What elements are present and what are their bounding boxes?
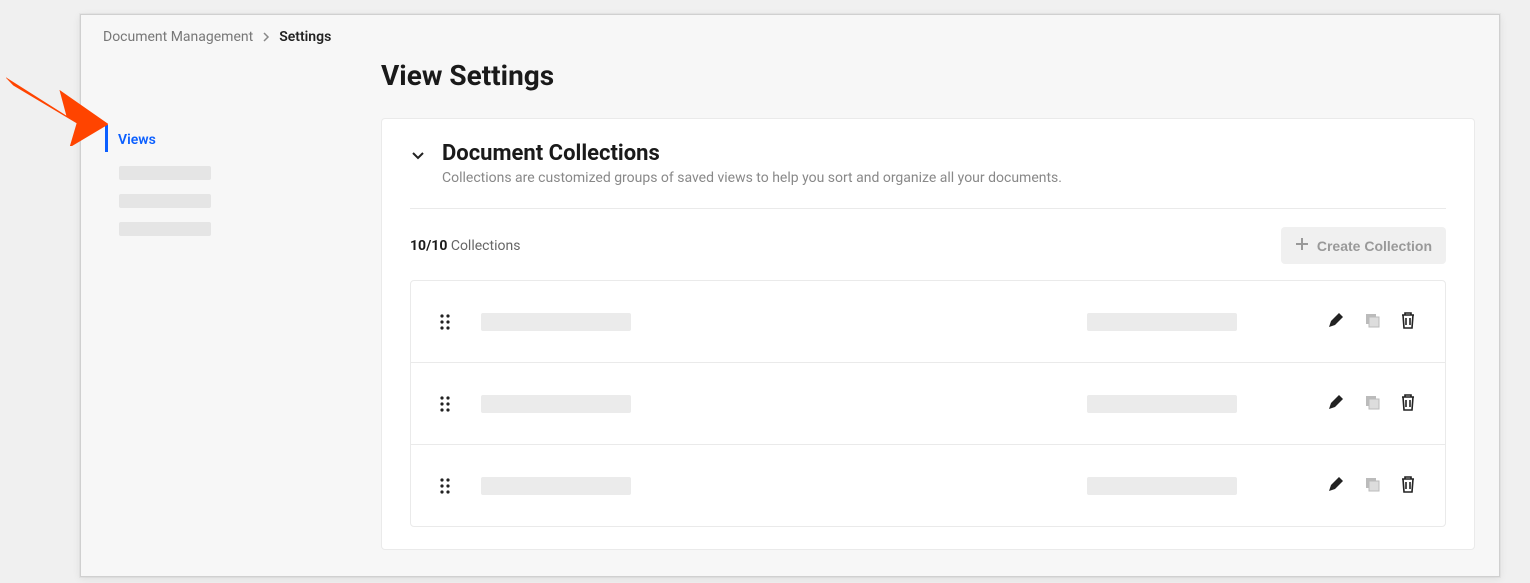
breadcrumb: Document Management Settings — [81, 15, 1499, 59]
pencil-icon — [1327, 393, 1345, 414]
duplicate-button[interactable] — [1363, 311, 1381, 332]
breadcrumb-current: Settings — [279, 29, 331, 45]
copy-icon — [1363, 393, 1381, 414]
sidebar-item-placeholder — [119, 166, 211, 180]
collection-name-placeholder — [481, 395, 631, 413]
pencil-icon — [1327, 311, 1345, 332]
trash-icon — [1399, 311, 1417, 332]
drag-handle-icon[interactable] — [439, 313, 451, 331]
delete-button[interactable] — [1399, 475, 1417, 496]
panel-title: Document Collections — [442, 141, 1062, 166]
collections-list — [410, 280, 1446, 527]
delete-button[interactable] — [1399, 393, 1417, 414]
settings-sidebar: Views — [101, 59, 381, 550]
sidebar-item-views[interactable]: Views — [105, 125, 381, 152]
panel-subtitle: Collections are customized groups of sav… — [442, 170, 1062, 186]
drag-handle-icon[interactable] — [439, 395, 451, 413]
edit-button[interactable] — [1327, 393, 1345, 414]
collection-name-placeholder — [481, 313, 631, 331]
collection-meta-placeholder — [1087, 477, 1237, 495]
plus-icon — [1295, 237, 1309, 254]
copy-icon — [1363, 311, 1381, 332]
annotation-arrow — [6, 66, 108, 150]
breadcrumb-root[interactable]: Document Management — [103, 29, 253, 45]
create-collection-button[interactable]: Create Collection — [1281, 227, 1446, 264]
sidebar-item-placeholder — [119, 194, 211, 208]
copy-icon — [1363, 475, 1381, 496]
collections-panel: Document Collections Collections are cus… — [381, 118, 1475, 550]
collection-meta-placeholder — [1087, 313, 1237, 331]
trash-icon — [1399, 475, 1417, 496]
page-title: View Settings — [381, 59, 1475, 92]
duplicate-button[interactable] — [1363, 393, 1381, 414]
edit-button[interactable] — [1327, 311, 1345, 332]
chevron-down-icon[interactable] — [410, 147, 426, 167]
collection-row — [411, 281, 1445, 363]
collection-row — [411, 363, 1445, 445]
collection-row — [411, 445, 1445, 526]
app-window: Document Management Settings Views View … — [80, 14, 1500, 577]
pencil-icon — [1327, 475, 1345, 496]
main-content: View Settings Document Collections Colle… — [381, 59, 1479, 550]
sidebar-item-label: Views — [118, 132, 156, 148]
drag-handle-icon[interactable] — [439, 477, 451, 495]
collection-meta-placeholder — [1087, 395, 1237, 413]
collections-count: 10/10 Collections — [410, 238, 520, 254]
edit-button[interactable] — [1327, 475, 1345, 496]
trash-icon — [1399, 393, 1417, 414]
delete-button[interactable] — [1399, 311, 1417, 332]
chevron-right-icon — [261, 32, 271, 42]
collection-name-placeholder — [481, 477, 631, 495]
duplicate-button[interactable] — [1363, 475, 1381, 496]
create-button-label: Create Collection — [1317, 238, 1432, 254]
sidebar-item-placeholder — [119, 222, 211, 236]
